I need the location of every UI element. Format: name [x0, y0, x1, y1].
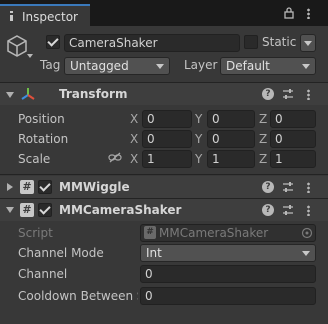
help-icon[interactable]: ? [262, 88, 274, 100]
script-field: MMCameraShaker [140, 224, 316, 242]
cooldown-label: Cooldown Between S [18, 289, 138, 303]
help-icon[interactable]: ? [262, 181, 274, 193]
tag-value: Untagged [70, 59, 129, 73]
info-icon [10, 11, 13, 21]
component-menu-icon[interactable] [307, 205, 310, 216]
channel-label: Channel [18, 267, 68, 281]
layer-label: Layer [184, 58, 218, 72]
rotation-x-label[interactable]: X [130, 132, 138, 146]
tab-menu-icon[interactable] [307, 8, 310, 19]
script-hash-icon: # [20, 180, 34, 194]
transform-header[interactable] [0, 83, 328, 105]
divider [0, 174, 328, 175]
object-picker-icon[interactable] [301, 227, 313, 239]
static-dropdown[interactable] [300, 34, 316, 52]
tab-inspector[interactable]: Inspector [0, 4, 90, 26]
active-checkbox[interactable] [46, 35, 60, 49]
scale-y-field[interactable]: 1 [207, 150, 255, 168]
script-label: Script [18, 226, 53, 240]
tag-label: Tag [40, 58, 61, 72]
position-x-label[interactable]: X [130, 112, 138, 126]
rotation-z-label[interactable]: Z [259, 132, 267, 146]
mmcamerashaker-enabled-checkbox[interactable] [38, 203, 52, 217]
scale-label: Scale [18, 152, 51, 166]
tab-label: Inspector [22, 10, 78, 24]
static-checkbox[interactable] [244, 35, 258, 49]
transform-axes-icon [21, 88, 35, 100]
mmwiggle-enabled-checkbox[interactable] [38, 180, 52, 194]
rotation-z-field[interactable]: 0 [270, 130, 316, 148]
static-label: Static [262, 35, 297, 49]
presets-icon[interactable] [282, 88, 294, 100]
component-menu-icon[interactable] [307, 89, 310, 100]
tag-dropdown[interactable]: Untagged [64, 57, 170, 75]
mmcamerashaker-title: MMCameraShaker [59, 203, 182, 217]
position-x-field[interactable]: 0 [142, 110, 192, 128]
help-icon[interactable]: ? [262, 204, 274, 216]
channel-field[interactable]: 0 [140, 265, 316, 283]
foldout-expanded-icon[interactable] [6, 92, 14, 98]
scale-z-label[interactable]: Z [259, 152, 267, 166]
position-z-label[interactable]: Z [259, 112, 267, 126]
presets-icon[interactable] [282, 181, 294, 193]
foldout-collapsed-icon[interactable] [7, 183, 13, 191]
cooldown-field[interactable]: 0 [140, 287, 316, 305]
layer-dropdown[interactable]: Default [220, 57, 316, 75]
rotation-y-field[interactable]: 0 [207, 130, 255, 148]
channel-mode-value: Int [146, 246, 162, 260]
component-menu-icon[interactable] [307, 182, 310, 193]
mmwiggle-title: MMWiggle [59, 180, 130, 194]
scale-y-label[interactable]: Y [195, 152, 202, 166]
rotation-y-label[interactable]: Y [195, 132, 202, 146]
foldout-expanded-icon[interactable] [6, 207, 14, 213]
channel-mode-dropdown[interactable]: Int [140, 244, 316, 262]
presets-icon[interactable] [282, 204, 294, 216]
position-y-field[interactable]: 0 [207, 110, 255, 128]
icon-dropdown-caret[interactable] [27, 54, 33, 58]
position-y-label[interactable]: Y [195, 112, 202, 126]
channel-mode-label: Channel Mode [18, 246, 104, 260]
transform-title: Transform [59, 87, 128, 101]
name-field[interactable]: CameraShaker [64, 34, 240, 52]
constrain-proportions-icon[interactable] [108, 152, 122, 164]
script-file-icon: # [144, 226, 156, 239]
rotation-x-field[interactable]: 0 [142, 130, 192, 148]
scale-x-field[interactable]: 1 [142, 150, 192, 168]
scale-x-label[interactable]: X [130, 152, 138, 166]
lock-icon[interactable] [284, 7, 294, 19]
scale-z-field[interactable]: 1 [270, 150, 316, 168]
script-hash-icon: # [20, 203, 34, 217]
script-value: MMCameraShaker [159, 226, 269, 240]
position-label: Position [18, 112, 65, 126]
gameobject-cube-icon [7, 35, 27, 57]
position-z-field[interactable]: 0 [270, 110, 316, 128]
layer-value: Default [226, 59, 270, 73]
rotation-label: Rotation [18, 132, 69, 146]
